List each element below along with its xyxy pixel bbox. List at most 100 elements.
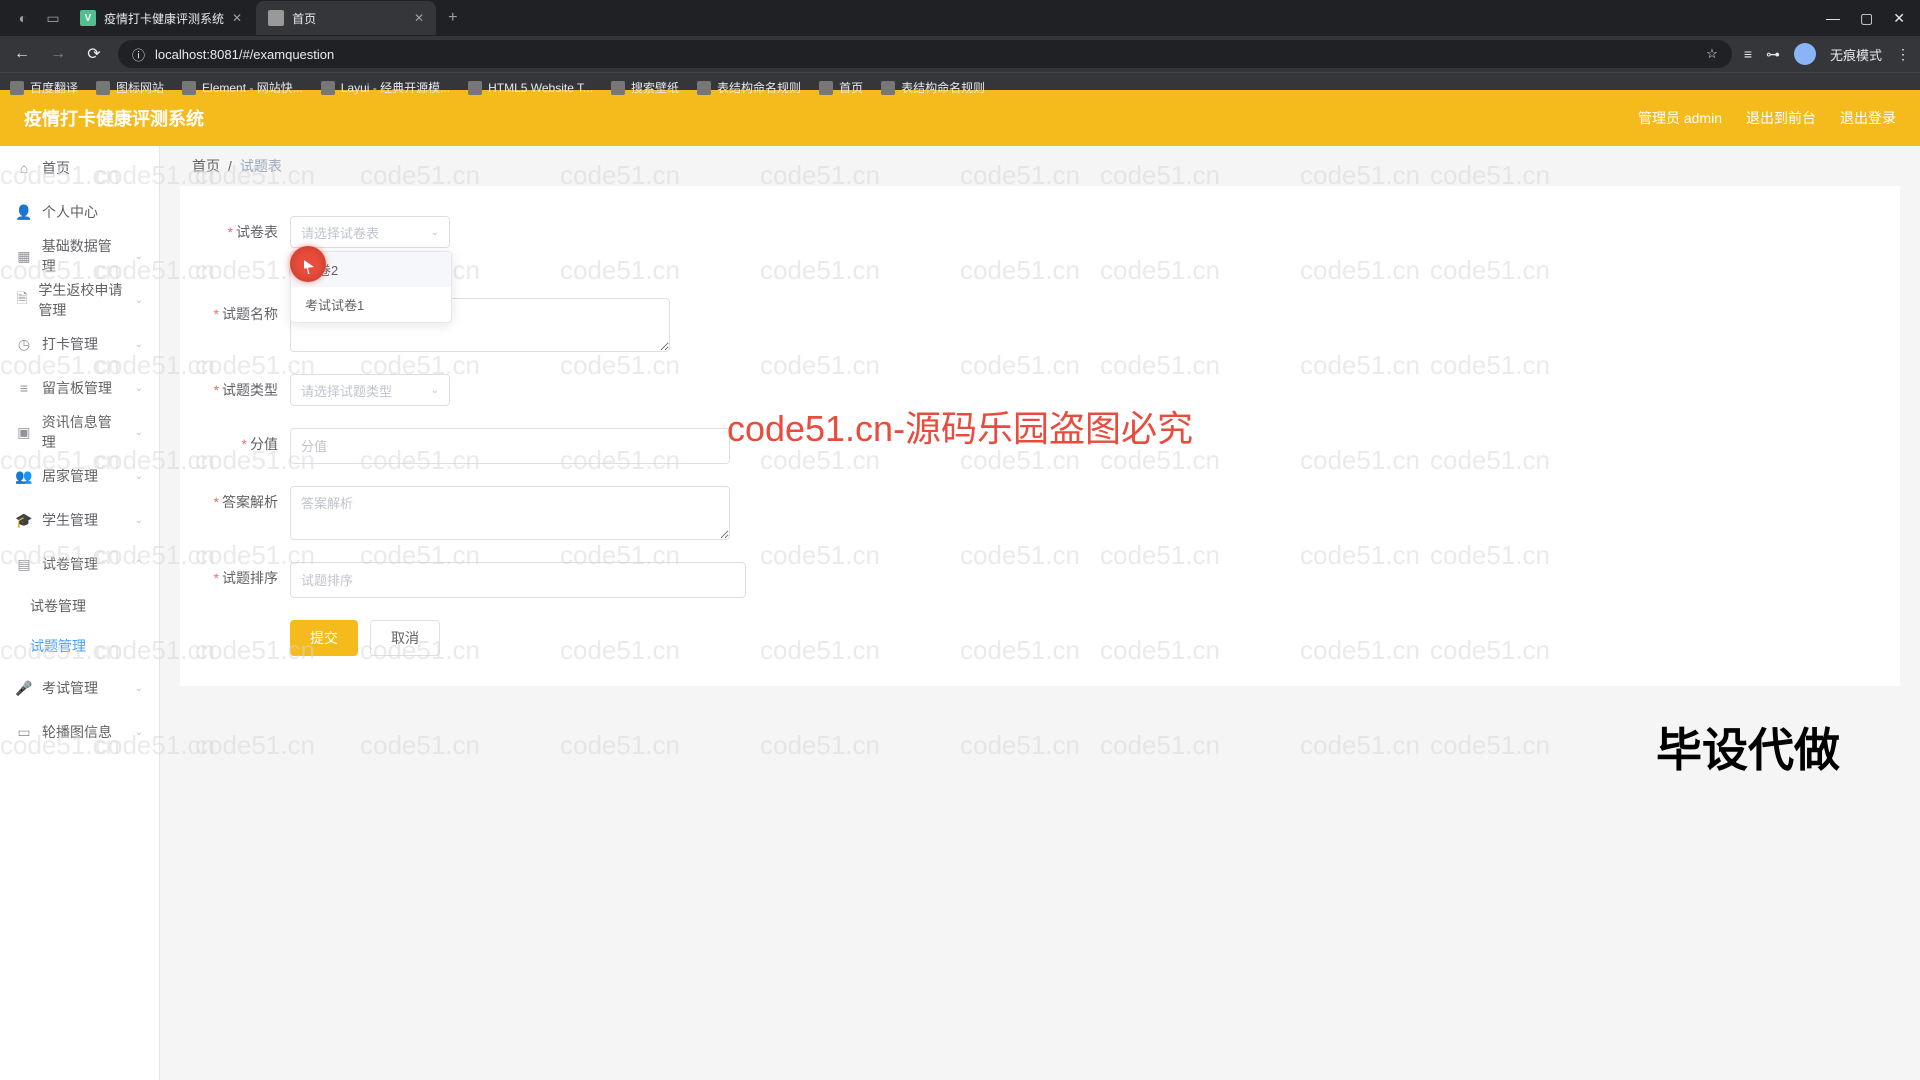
sidebar-item-return[interactable]: 🗎学生返校申请管理⌄ bbox=[0, 278, 159, 322]
tab-close-icon[interactable]: ✕ bbox=[232, 11, 242, 25]
info-icon[interactable]: ⓘ bbox=[132, 45, 145, 64]
sidebar-item-paper[interactable]: ▤试卷管理⌃ bbox=[0, 542, 159, 586]
bookmark-icon bbox=[697, 81, 711, 95]
menu-icon[interactable]: ⋮ bbox=[1896, 46, 1910, 63]
form-panel: *试卷表 请选择试卷表 ⌄ 试卷2 考试试卷1 *试题名称 *试题类型 请选择试… bbox=[180, 186, 1900, 686]
url-input[interactable]: ⓘ localhost:8081/#/examquestion ☆ bbox=[118, 40, 1732, 68]
minimize-icon[interactable]: — bbox=[1826, 10, 1840, 27]
bookmark-icon bbox=[819, 81, 833, 95]
bookmark-item[interactable]: 搜索壁纸 bbox=[611, 79, 679, 96]
incognito-avatar-icon[interactable] bbox=[1794, 43, 1816, 65]
select-paper[interactable]: 请选择试卷表 ⌄ 试卷2 考试试卷1 bbox=[290, 216, 450, 248]
address-bar: ← → ⟳ ⓘ localhost:8081/#/examquestion ☆ … bbox=[0, 36, 1920, 72]
sidebar-item-news[interactable]: ▣资讯信息管理⌄ bbox=[0, 410, 159, 454]
sidebar-item-exam[interactable]: 🎤考试管理⌄ bbox=[0, 666, 159, 710]
input-score[interactable] bbox=[290, 428, 730, 464]
url-text: localhost:8081/#/examquestion bbox=[155, 47, 334, 62]
header-back[interactable]: 退出到前台 bbox=[1746, 108, 1816, 128]
textarea-analysis[interactable] bbox=[290, 486, 730, 540]
bookmark-icon bbox=[881, 81, 895, 95]
home-icon: ⌂ bbox=[16, 160, 32, 176]
paper-icon: ▤ bbox=[16, 556, 32, 572]
chevron-down-icon: ⌄ bbox=[135, 251, 143, 262]
breadcrumb: 首页 / 试题表 bbox=[160, 146, 1920, 186]
extensions-icon[interactable]: ≡ bbox=[1744, 46, 1752, 62]
reload-icon[interactable]: ⟳ bbox=[82, 44, 106, 64]
sidebar-item-student[interactable]: 🎓学生管理⌄ bbox=[0, 498, 159, 542]
tab-title: 首页 bbox=[292, 10, 316, 27]
tab-pin-icon[interactable]: ▭ bbox=[38, 3, 68, 33]
window-controls: — ▢ ✕ bbox=[1826, 10, 1920, 27]
bookmark-item[interactable]: 表结构命名规则 bbox=[881, 79, 985, 96]
submit-button[interactable]: 提交 bbox=[290, 620, 358, 656]
main-content: 首页 / 试题表 *试卷表 请选择试卷表 ⌄ 试卷2 考试试卷1 *试题名称 bbox=[160, 146, 1920, 1080]
bookmark-item[interactable]: Layui - 经典开源模... bbox=[321, 79, 450, 96]
sidebar-item-checkin[interactable]: ◷打卡管理⌄ bbox=[0, 322, 159, 366]
doc-icon: 🗎 bbox=[16, 292, 28, 308]
star-icon[interactable]: ☆ bbox=[1706, 46, 1718, 62]
chevron-down-icon: ⌄ bbox=[135, 427, 143, 438]
breadcrumb-home[interactable]: 首页 bbox=[192, 156, 220, 176]
user-icon: 👤 bbox=[16, 204, 32, 220]
tab-history-icon[interactable]: ◐ bbox=[8, 3, 38, 33]
dropdown-option[interactable]: 考试试卷1 bbox=[291, 287, 451, 322]
click-indicator-icon bbox=[290, 246, 326, 282]
sidebar-item-home-mgmt[interactable]: 👥居家管理⌄ bbox=[0, 454, 159, 498]
chevron-down-icon: ⌄ bbox=[135, 295, 143, 306]
bookmark-item[interactable]: 表结构命名规则 bbox=[697, 79, 801, 96]
back-icon[interactable]: ← bbox=[10, 45, 34, 63]
list-icon: ≡ bbox=[16, 380, 32, 396]
close-icon[interactable]: ✕ bbox=[1893, 10, 1905, 27]
breadcrumb-sep: / bbox=[228, 158, 232, 174]
chevron-down-icon: ⌄ bbox=[135, 339, 143, 350]
grad-icon: 🎓 bbox=[16, 512, 32, 528]
favicon-icon bbox=[268, 10, 284, 26]
sidebar-item-home[interactable]: ⌂首页 bbox=[0, 146, 159, 190]
forward-icon: → bbox=[46, 45, 70, 63]
label-score: *分值 bbox=[200, 428, 290, 460]
sidebar-item-carousel[interactable]: ▭轮播图信息⌄ bbox=[0, 710, 159, 754]
tab-close-icon[interactable]: ✕ bbox=[414, 11, 424, 25]
select-question-type[interactable]: 请选择试题类型 ⌄ bbox=[290, 374, 450, 406]
sidebar-sub-paper-mgmt[interactable]: 试卷管理 bbox=[0, 586, 159, 626]
bookmark-icon bbox=[182, 81, 196, 95]
header-logout[interactable]: 退出登录 bbox=[1840, 108, 1896, 128]
browser-tab-active[interactable]: V 疫情打卡健康评测系统 ✕ bbox=[68, 1, 254, 35]
browser-chrome: ◐ ▭ V 疫情打卡健康评测系统 ✕ 首页 ✕ + — ▢ ✕ ← → ⟳ ⓘ … bbox=[0, 0, 1920, 90]
maximize-icon[interactable]: ▢ bbox=[1860, 10, 1873, 27]
input-order[interactable] bbox=[290, 562, 746, 598]
image-icon: ▭ bbox=[16, 724, 32, 740]
cancel-button[interactable]: 取消 bbox=[370, 620, 440, 656]
bookmark-item[interactable]: 首页 bbox=[819, 79, 863, 96]
chevron-down-icon: ⌄ bbox=[135, 471, 143, 482]
book-icon: ▣ bbox=[16, 424, 32, 440]
sidebar-item-board[interactable]: ≡留言板管理⌄ bbox=[0, 366, 159, 410]
sidebar-item-basedata[interactable]: ▦基础数据管理⌄ bbox=[0, 234, 159, 278]
bookmark-item[interactable]: 图标网站 bbox=[96, 79, 164, 96]
chevron-up-icon: ⌃ bbox=[135, 559, 143, 570]
sidebar-sub-question-mgmt[interactable]: 试题管理 bbox=[0, 626, 159, 666]
bookmark-item[interactable]: Element - 网站快... bbox=[182, 79, 303, 96]
sidebar: ⌂首页 👤个人中心 ▦基础数据管理⌄ 🗎学生返校申请管理⌄ ◷打卡管理⌄ ≡留言… bbox=[0, 146, 160, 1080]
key-icon[interactable]: ⊶ bbox=[1766, 46, 1780, 63]
breadcrumb-current: 试题表 bbox=[240, 156, 282, 176]
tab-title: 疫情打卡健康评测系统 bbox=[104, 10, 224, 27]
profile-label: 无痕模式 bbox=[1830, 45, 1882, 64]
label-analysis: *答案解析 bbox=[200, 486, 290, 518]
bookmark-item[interactable]: 百度翻译 bbox=[10, 79, 78, 96]
bookmark-icon bbox=[468, 81, 482, 95]
label-paper: *试卷表 bbox=[200, 216, 290, 248]
tab-bar: ◐ ▭ V 疫情打卡健康评测系统 ✕ 首页 ✕ + — ▢ ✕ bbox=[0, 0, 1920, 36]
label-question-type: *试题类型 bbox=[200, 374, 290, 406]
browser-tab[interactable]: 首页 ✕ bbox=[256, 1, 436, 35]
bookmark-item[interactable]: HTML5 Website T... bbox=[468, 81, 593, 95]
sidebar-item-profile[interactable]: 👤个人中心 bbox=[0, 190, 159, 234]
chevron-down-icon: ⌄ bbox=[135, 515, 143, 526]
new-tab-button[interactable]: + bbox=[438, 9, 467, 27]
mic-icon: 🎤 bbox=[16, 680, 32, 696]
vue-favicon-icon: V bbox=[80, 10, 96, 26]
chevron-down-icon: ⌄ bbox=[135, 383, 143, 394]
header-user[interactable]: 管理员 admin bbox=[1638, 108, 1722, 128]
chevron-down-icon: ⌄ bbox=[135, 683, 143, 694]
chevron-down-icon: ⌄ bbox=[431, 227, 439, 238]
